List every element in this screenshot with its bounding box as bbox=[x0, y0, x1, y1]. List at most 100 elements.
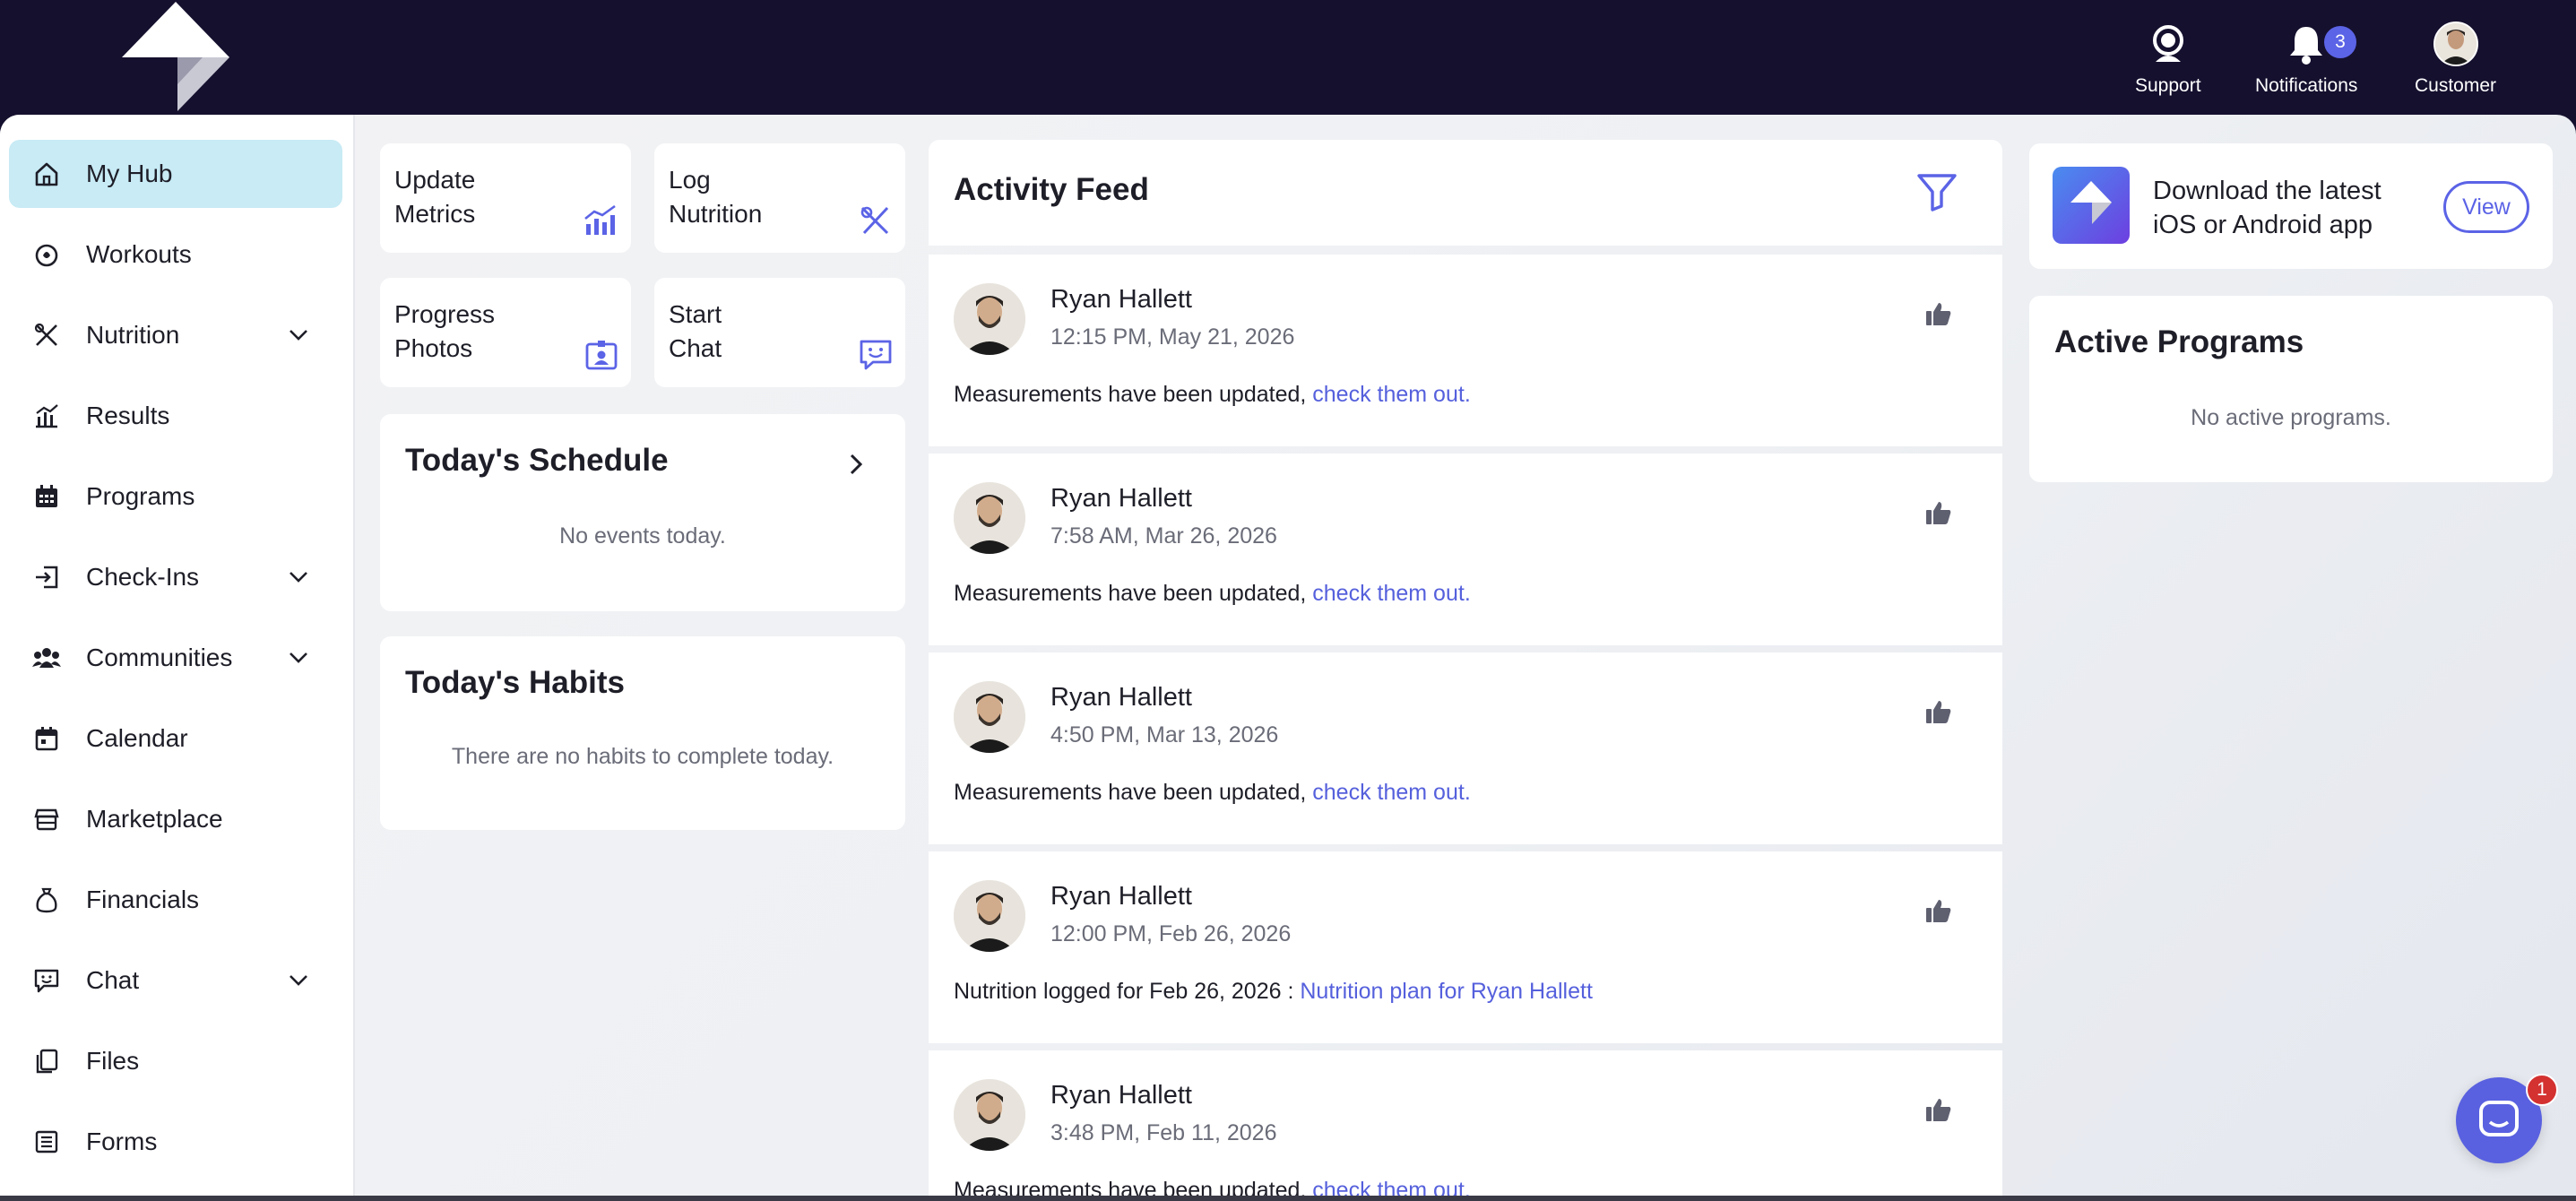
feed-link[interactable]: check them out. bbox=[1312, 780, 1470, 805]
thumbs-up-icon[interactable] bbox=[1925, 1097, 1952, 1122]
sidebar-item-label: Nutrition bbox=[86, 321, 180, 349]
habits-empty-text: There are no habits to complete today. bbox=[451, 744, 834, 769]
store-icon bbox=[32, 805, 61, 834]
feed-author[interactable]: Ryan Hallett bbox=[1050, 683, 1192, 713]
notifications-button[interactable]: Notifications 3 bbox=[2255, 18, 2359, 97]
schedule-card: Today's Schedule No events today. bbox=[380, 414, 905, 611]
window-bottom-edge bbox=[0, 1196, 2576, 1201]
feed-date: 7:58 AM, Mar 26, 2026 bbox=[1050, 523, 1277, 549]
form-icon bbox=[32, 1128, 61, 1156]
thumbs-up-icon[interactable] bbox=[1925, 699, 1952, 724]
feed-avatar bbox=[954, 880, 1025, 952]
top-bar: Support Notifications 3 Customer bbox=[0, 0, 2576, 115]
feed-author[interactable]: Ryan Hallett bbox=[1050, 285, 1192, 315]
sidebar-item-results[interactable]: Results bbox=[9, 382, 342, 450]
progress-photos-button[interactable]: Progress Photos bbox=[380, 278, 631, 387]
quick-action-label: Start bbox=[669, 300, 722, 328]
quick-action-label: Chat bbox=[669, 334, 722, 362]
sidebar-item-label: Forms bbox=[86, 1128, 158, 1155]
sidebar-item-programs[interactable]: Programs bbox=[9, 462, 342, 531]
chevron-down-icon[interactable] bbox=[287, 323, 310, 346]
sidebar-item-calendar[interactable]: Calendar bbox=[9, 704, 342, 773]
feed-author[interactable]: Ryan Hallett bbox=[1050, 882, 1192, 912]
thumbs-up-icon[interactable] bbox=[1925, 898, 1952, 923]
sidebar-item-label: Workouts bbox=[86, 240, 192, 268]
thumbs-up-icon[interactable] bbox=[1925, 301, 1952, 326]
sidebar-item-files[interactable]: Files bbox=[9, 1027, 342, 1095]
sidebar-item-communities[interactable]: Communities bbox=[9, 624, 342, 692]
utensils-icon bbox=[32, 321, 61, 350]
feed-link[interactable]: Nutrition plan for Ryan Hallett bbox=[1300, 979, 1593, 1004]
feed-text: Measurements have been updated, check th… bbox=[954, 382, 1471, 408]
sidebar-item-label: Communities bbox=[86, 644, 233, 671]
feed-item: Ryan Hallett 12:15 PM, May 21, 2026 Meas… bbox=[929, 255, 2002, 446]
feed-message: Measurements have been updated, bbox=[954, 581, 1313, 606]
feed-item: Ryan Hallett 4:50 PM, Mar 13, 2026 Measu… bbox=[929, 652, 2002, 844]
brand-logo[interactable] bbox=[122, 2, 229, 111]
chevron-down-icon[interactable] bbox=[287, 968, 310, 991]
chevron-down-icon[interactable] bbox=[287, 565, 310, 588]
active-programs-card: Active Programs No active programs. bbox=[2029, 296, 2553, 482]
app-logo-icon bbox=[2053, 167, 2130, 244]
feed-link[interactable]: check them out. bbox=[1312, 581, 1470, 606]
quick-action-label: Photos bbox=[394, 334, 473, 362]
schedule-empty-text: No events today. bbox=[559, 523, 726, 549]
sidebar-item-label: Marketplace bbox=[86, 805, 223, 833]
active-programs-title: Active Programs bbox=[2054, 324, 2304, 359]
chevron-down-icon[interactable] bbox=[287, 645, 310, 669]
feed-avatar bbox=[954, 1079, 1025, 1151]
sidebar-item-chat[interactable]: Chat bbox=[9, 946, 342, 1015]
sidebar-item-label: Programs bbox=[86, 482, 195, 510]
app-download-line: iOS or Android app bbox=[2153, 211, 2373, 239]
feed-author[interactable]: Ryan Hallett bbox=[1050, 1081, 1192, 1110]
sidebar-item-forms[interactable]: Forms bbox=[9, 1108, 342, 1176]
chat-unread-badge: 1 bbox=[2526, 1074, 2558, 1106]
files-icon bbox=[32, 1047, 61, 1076]
photo-id-icon bbox=[585, 341, 618, 370]
sidebar-item-check-ins[interactable]: Check-Ins bbox=[9, 543, 342, 611]
chevron-right-icon[interactable] bbox=[844, 452, 868, 477]
feed-message: Measurements have been updated, bbox=[954, 780, 1313, 805]
customer-avatar bbox=[2433, 22, 2478, 66]
sidebar-item-label: Check-Ins bbox=[86, 563, 200, 591]
feed-text: Nutrition logged for Feb 26, 2026 : Nutr… bbox=[954, 979, 1593, 1005]
feed-date: 12:15 PM, May 21, 2026 bbox=[1050, 324, 1295, 350]
sidebar-item-label: Files bbox=[86, 1047, 140, 1075]
sidebar-item-label: Financials bbox=[86, 886, 200, 913]
utensils-icon bbox=[860, 206, 889, 235]
thumbs-up-icon[interactable] bbox=[1925, 500, 1952, 525]
chart-icon bbox=[32, 402, 61, 430]
feed-avatar bbox=[954, 482, 1025, 554]
quick-action-label: Log bbox=[669, 166, 711, 194]
feed-link[interactable]: check them out. bbox=[1312, 382, 1470, 407]
log-nutrition-button[interactable]: Log Nutrition bbox=[654, 143, 905, 253]
start-chat-button[interactable]: Start Chat bbox=[654, 278, 905, 387]
sidebar-item-my-hub[interactable]: My Hub bbox=[9, 140, 342, 208]
sidebar-item-workouts[interactable]: Workouts bbox=[9, 220, 342, 289]
activity-feed-title: Activity Feed bbox=[954, 172, 1149, 207]
chat-smile-icon bbox=[860, 340, 892, 370]
feed-date: 12:00 PM, Feb 26, 2026 bbox=[1050, 921, 1292, 946]
app-download-card: Download the latest iOS or Android app V… bbox=[2029, 143, 2553, 269]
feed-author[interactable]: Ryan Hallett bbox=[1050, 484, 1192, 514]
view-app-button[interactable]: View bbox=[2443, 181, 2529, 233]
feed-text: Measurements have been updated, check th… bbox=[954, 780, 1471, 806]
filter-icon[interactable] bbox=[1916, 172, 1958, 212]
users-icon bbox=[32, 644, 61, 672]
customer-label: Customer bbox=[2415, 75, 2497, 96]
bell-icon bbox=[2287, 18, 2325, 70]
sidebar-item-nutrition[interactable]: Nutrition bbox=[9, 301, 342, 369]
feed-item: Ryan Hallett 3:48 PM, Feb 11, 2026 Measu… bbox=[929, 1050, 2002, 1201]
money-bag-icon bbox=[32, 886, 61, 914]
support-button[interactable]: Support bbox=[2135, 18, 2201, 97]
quick-action-label: Nutrition bbox=[669, 200, 763, 228]
sidebar-item-label: Results bbox=[86, 402, 170, 429]
update-metrics-button[interactable]: Update Metrics bbox=[380, 143, 631, 253]
sidebar-item-financials[interactable]: Financials bbox=[9, 866, 342, 934]
feed-message: Measurements have been updated, bbox=[954, 382, 1313, 407]
chart-up-icon bbox=[584, 204, 616, 235]
customer-menu-button[interactable]: Customer bbox=[2415, 18, 2496, 97]
schedule-title: Today's Schedule bbox=[405, 443, 669, 478]
sidebar-item-marketplace[interactable]: Marketplace bbox=[9, 785, 342, 853]
notifications-label: Notifications bbox=[2255, 75, 2358, 96]
